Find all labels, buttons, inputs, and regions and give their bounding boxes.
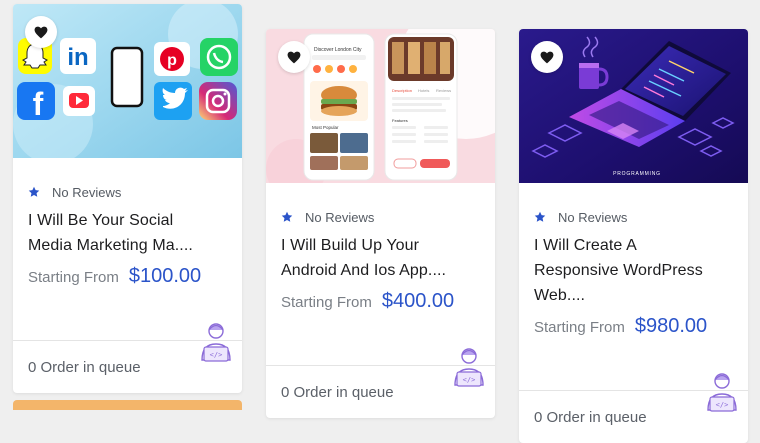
price-label: Starting From [534, 319, 625, 336]
mockup-section: Most Popular [312, 125, 339, 130]
rating-row: No Reviews [534, 209, 733, 225]
gig-title-line: Responsive WordPress [534, 262, 703, 279]
gig-title[interactable]: I Will Be Your Social Media Marketing Ma… [28, 208, 227, 258]
review-count: No Reviews [305, 209, 375, 225]
price-value: $980.00 [634, 315, 708, 337]
gig-title-line: Web.... [534, 287, 586, 304]
svg-text:f: f [33, 86, 44, 122]
mockup-section: Features [392, 118, 408, 123]
svg-text:</>: </> [716, 401, 729, 409]
heart-icon [34, 26, 48, 38]
mockup-tab: Hotels [418, 88, 429, 93]
heart-icon [540, 51, 554, 63]
favorite-heart-button[interactable] [531, 41, 563, 73]
gig-title[interactable]: I Will Build Up Your Android And Ios App… [281, 233, 480, 283]
seller-avatar-icon[interactable]: </> [198, 322, 234, 362]
heart-icon [287, 51, 301, 63]
gig-title-line: Media Marketing Ma.... [28, 237, 193, 254]
svg-text:p: p [167, 52, 177, 69]
seller-avatar-icon[interactable]: </> [451, 347, 487, 387]
gig-thumbnail[interactable]: PROGRAMMING [519, 29, 748, 183]
gig-card-body: No Reviews I Will Be Your Social Media M… [13, 184, 242, 362]
star-icon [534, 211, 546, 222]
price-row: Starting From $100.00 [28, 265, 227, 293]
gig-card-social-media[interactable]: in p f No Reviews I Will Be Your Social … [13, 4, 242, 393]
rating-row: No Reviews [281, 209, 480, 225]
seller-avatar-icon[interactable]: </> [704, 372, 740, 412]
mockup-tab: Reviews [436, 88, 451, 93]
mockup-header: Discover London City [314, 47, 362, 53]
review-count: No Reviews [558, 209, 628, 225]
svg-text:</>: </> [463, 376, 476, 384]
price-row: Starting From $980.00 [534, 315, 733, 343]
gig-card-body: No Reviews I Will Build Up Your Android … [266, 209, 495, 387]
gig-card-wordpress[interactable]: PROGRAMMING No Reviews I Will Create A R… [519, 29, 748, 443]
favorite-heart-button[interactable] [25, 16, 57, 48]
review-count: No Reviews [52, 184, 122, 200]
price-row: Starting From $400.00 [281, 290, 480, 318]
price-label: Starting From [281, 294, 372, 311]
svg-text:in: in [67, 44, 88, 71]
gig-card-body: No Reviews I Will Create A Responsive Wo… [519, 209, 748, 412]
gig-title-line: I Will Be Your Social [28, 212, 174, 229]
gig-thumbnail[interactable]: Discover London City Most Popular Descri… [266, 29, 495, 183]
star-icon [28, 186, 40, 197]
next-card-edge [13, 400, 242, 410]
price-label: Starting From [28, 269, 119, 286]
star-icon [281, 211, 293, 222]
image-caption: PROGRAMMING [613, 171, 661, 177]
gig-title-line: Android And Ios App.... [281, 262, 447, 279]
svg-text:</>: </> [210, 351, 223, 359]
mockup-tab: Description [392, 88, 412, 93]
rating-row: No Reviews [28, 184, 227, 200]
gig-title[interactable]: I Will Create A Responsive WordPress Web… [534, 233, 733, 308]
gig-title-line: I Will Create A [534, 237, 637, 254]
favorite-heart-button[interactable] [278, 41, 310, 73]
gig-card-mobile-app[interactable]: Discover London City Most Popular Descri… [266, 29, 495, 418]
price-value: $100.00 [128, 265, 202, 287]
gig-title-line: I Will Build Up Your [281, 237, 420, 254]
gig-thumbnail[interactable]: in p f [13, 4, 242, 158]
price-value: $400.00 [381, 290, 455, 312]
